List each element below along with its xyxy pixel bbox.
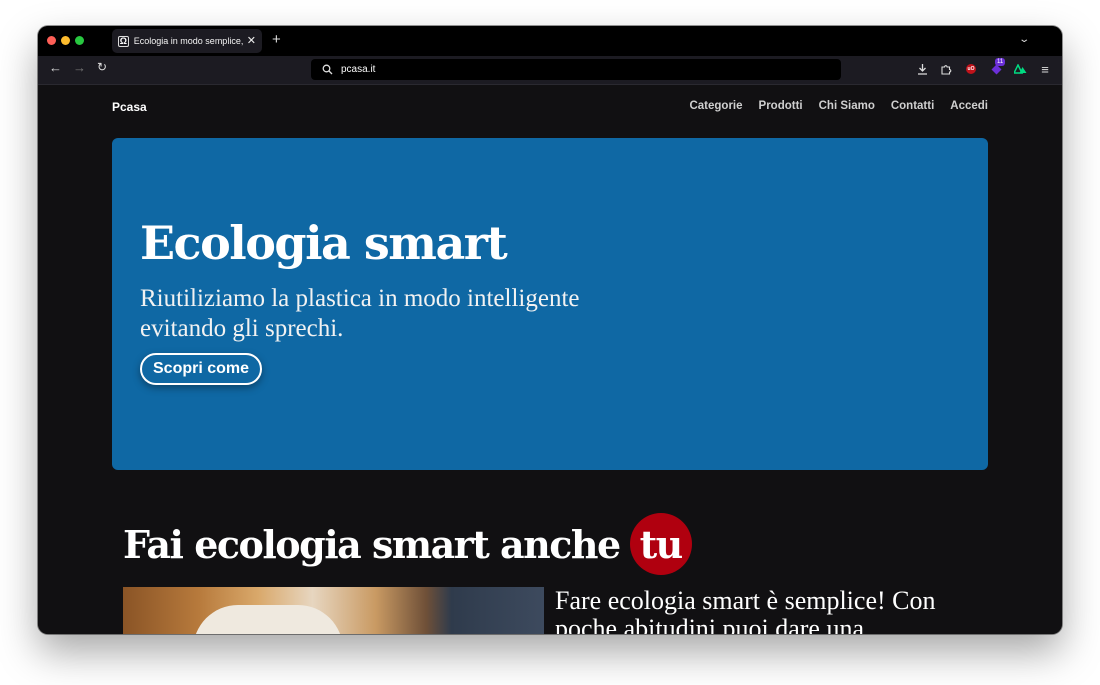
back-button[interactable]: ← (49, 61, 62, 74)
nav-accedi[interactable]: Accedi (950, 100, 988, 112)
section-highlight-badge: tu (629, 513, 692, 575)
minimize-window-button[interactable] (61, 36, 70, 45)
discover-button[interactable]: Scopri come (140, 353, 263, 385)
ublock-extension-icon[interactable]: uO (964, 62, 978, 76)
close-window-button[interactable] (47, 36, 56, 45)
browser-toolbar: ← → ↻ pcasa.it uO 11 ≡ (38, 56, 1062, 85)
web-page: Pcasa Categorie Prodotti Chi Siamo Conta… (38, 85, 1062, 634)
section-body-text: Fare ecologia smart è semplice! Con poch… (555, 586, 936, 635)
hero-title: Ecologia smart (140, 216, 508, 270)
site-nav: Categorie Prodotti Chi Siamo Contatti Ac… (689, 100, 988, 112)
forward-button[interactable]: → (73, 61, 86, 74)
new-tab-button[interactable]: + (272, 32, 281, 47)
browser-window: Ω Ecologia in modo semplice, prodotti sm… (38, 26, 1062, 634)
close-tab-icon[interactable]: ✕ (247, 35, 256, 47)
section-title: Fai ecologia smart anche tu (123, 513, 692, 575)
tab-strip: Ω Ecologia in modo semplice, prodotti sm… (38, 26, 1062, 56)
extension-badge-icon[interactable]: 11 (989, 58, 1006, 76)
tab-title: Ecologia in modo semplice, prodotti smar… (133, 36, 243, 46)
app-menu-icon[interactable]: ≡ (1038, 62, 1052, 77)
hero-subtitle: Riutiliziamo la plastica in modo intelli… (140, 285, 580, 342)
reload-button[interactable]: ↻ (97, 61, 107, 73)
nav-chi-siamo[interactable]: Chi Siamo (819, 100, 875, 112)
site-logo[interactable]: Pcasa (112, 100, 147, 114)
section-title-text: Fai ecologia smart anche (123, 521, 621, 567)
section-image (123, 587, 544, 634)
site-favicon-icon: Ω (118, 35, 129, 47)
url-text[interactable]: pcasa.it (341, 64, 375, 75)
downloads-icon[interactable] (915, 62, 929, 76)
url-bar[interactable]: pcasa.it (311, 59, 841, 80)
nav-contatti[interactable]: Contatti (891, 100, 934, 112)
extension-count-badge: 11 (995, 58, 1006, 66)
zoom-window-button[interactable] (75, 36, 84, 45)
extensions-puzzle-icon[interactable] (939, 62, 953, 76)
list-tabs-icon[interactable]: ⌄ (1018, 34, 1030, 45)
search-icon (317, 64, 337, 75)
hero-banner: Ecologia smart Riutiliziamo la plastica … (112, 138, 988, 470)
nuxt-devtools-icon[interactable] (1013, 62, 1027, 76)
nav-prodotti[interactable]: Prodotti (759, 100, 803, 112)
tab-active[interactable]: Ω Ecologia in modo semplice, prodotti sm… (112, 29, 262, 53)
nav-categorie[interactable]: Categorie (689, 100, 742, 112)
